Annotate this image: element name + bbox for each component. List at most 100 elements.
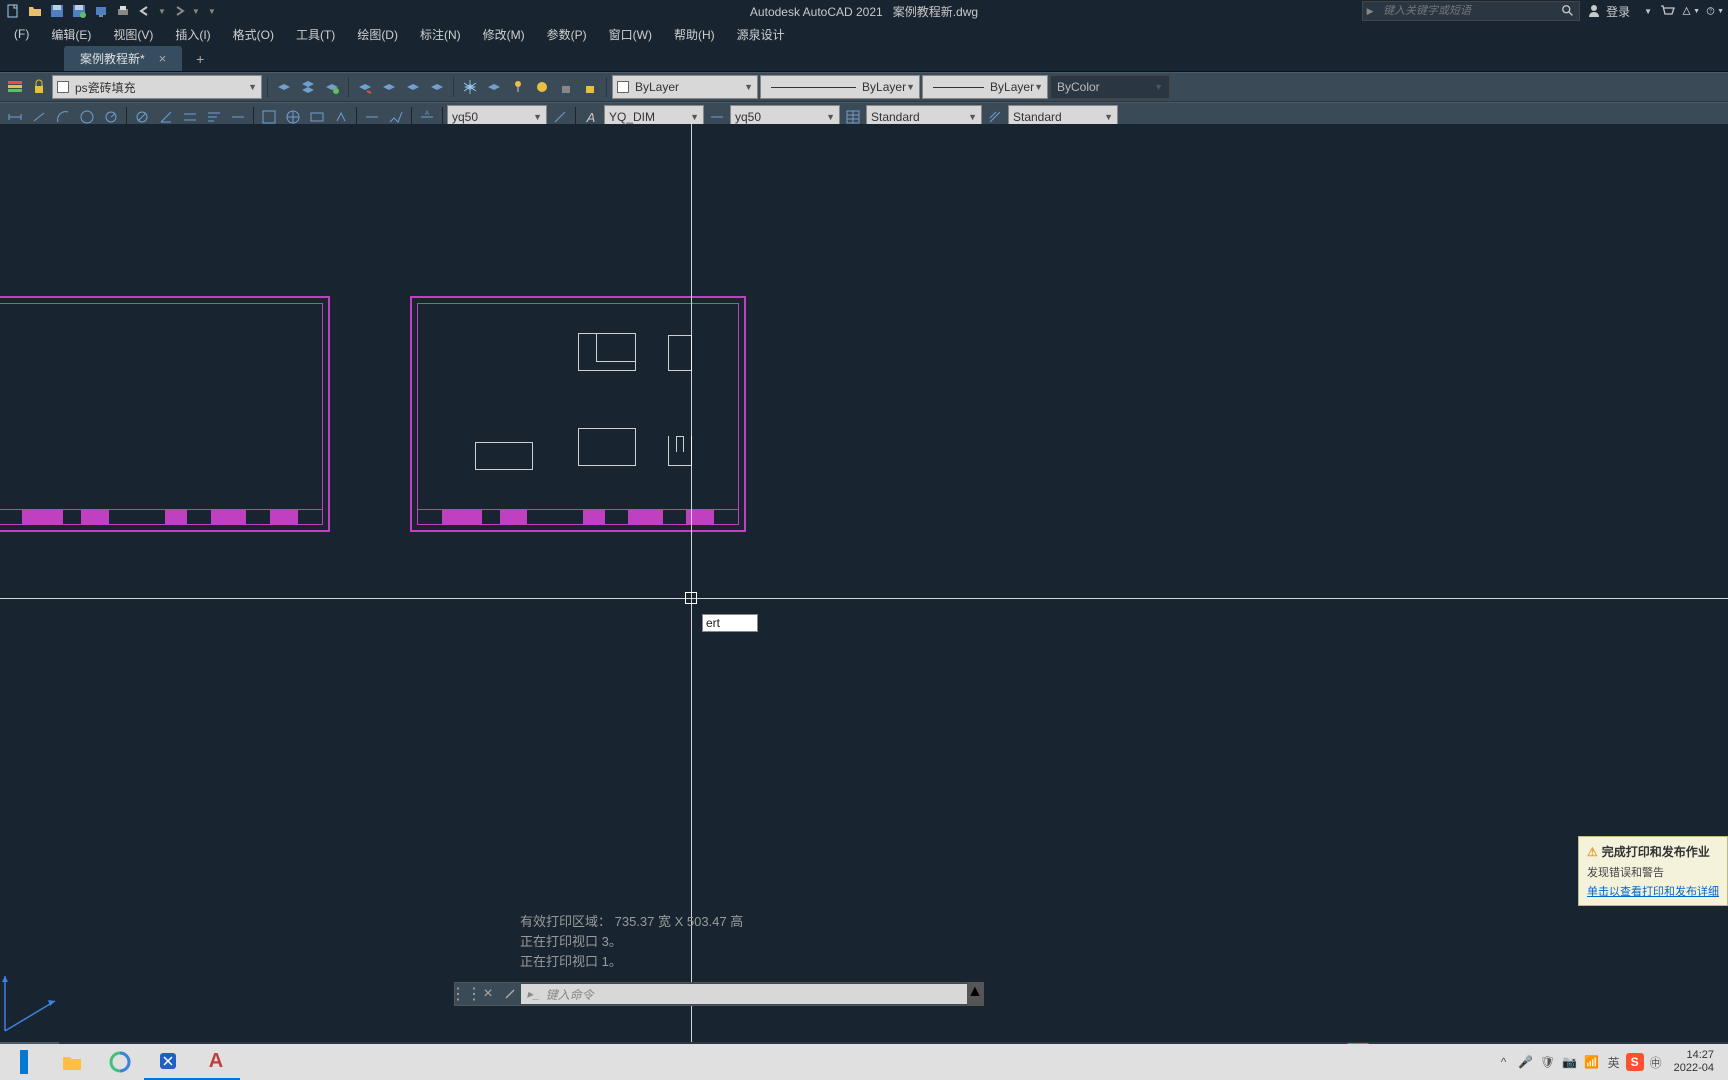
login-button[interactable]: 登录 ▼	[1586, 3, 1652, 20]
cmd-prompt: 键入命令	[546, 986, 594, 1003]
furniture-5-inner	[676, 436, 684, 452]
layer-lock-icon[interactable]	[28, 76, 50, 98]
tray-ime2-icon[interactable]: ㊥	[1646, 1052, 1666, 1072]
furniture-1-line2	[596, 361, 636, 362]
save-icon[interactable]	[48, 2, 66, 20]
tray-sogou-icon[interactable]: S	[1626, 1053, 1644, 1071]
furniture-3	[475, 442, 533, 470]
open-icon[interactable]	[26, 2, 44, 20]
layer-tool3-icon[interactable]	[321, 76, 343, 98]
layer-name: ps瓷砖填充	[75, 79, 136, 96]
taskbar-app1[interactable]	[0, 1044, 48, 1080]
menu-edit[interactable]: 编辑(E)	[41, 24, 101, 45]
tray-up-icon[interactable]: ^	[1494, 1052, 1514, 1072]
new-icon[interactable]	[4, 2, 22, 20]
tray-clock[interactable]: 14:27 2022-04	[1668, 1049, 1720, 1075]
taskbar-explorer[interactable]	[48, 1044, 96, 1080]
color-label: ByLayer	[635, 80, 679, 94]
plot-icon[interactable]	[114, 2, 132, 20]
color-swatch	[617, 81, 629, 93]
menu-yq[interactable]: 源泉设计	[727, 24, 795, 45]
taskbar-app4[interactable]	[144, 1044, 192, 1080]
layer-unlock-icon[interactable]	[579, 76, 601, 98]
plotstyle-dropdown[interactable]: ByColor ▼	[1050, 75, 1170, 99]
layer-iso-icon[interactable]	[402, 76, 424, 98]
file-tab[interactable]: 案例教程新* ×	[64, 46, 182, 71]
menu-file[interactable]: (F)	[4, 25, 39, 43]
furniture-1-line	[596, 333, 597, 361]
notif-link[interactable]: 单击以查看打印和发布详细	[1587, 883, 1719, 899]
tray-camera-icon[interactable]: 📷	[1560, 1052, 1580, 1072]
app-title: Autodesk AutoCAD 2021 案例教程新.dwg	[750, 3, 978, 20]
cmd-handle-icon[interactable]: ⋮⋮	[455, 983, 477, 1005]
warning-icon: ⚠	[1587, 845, 1598, 859]
layer-dropdown[interactable]: ps瓷砖填充 ▼	[52, 75, 262, 99]
drawing-canvas[interactable]: 有效打印区域： 735.37 宽 X 503.47 高 正在打印视口 3。 正在…	[0, 124, 1728, 1046]
furniture-1	[578, 333, 636, 371]
menu-view[interactable]: 视图(V)	[103, 24, 163, 45]
cmd-custom-icon[interactable]	[499, 983, 521, 1005]
chevron-down-icon: ▼	[744, 82, 753, 92]
color-dropdown[interactable]: ByLayer ▼	[612, 75, 758, 99]
search-expand-icon[interactable]: ▶	[1363, 2, 1377, 20]
cart-icon[interactable]	[1658, 2, 1676, 20]
close-tab-icon[interactable]: ×	[159, 51, 167, 66]
layer-on-icon[interactable]	[507, 76, 529, 98]
pickbox	[685, 592, 697, 604]
menu-dim[interactable]: 标注(N)	[410, 24, 471, 45]
redo-icon[interactable]	[170, 2, 188, 20]
command-input[interactable]: ▸_键入命令	[521, 984, 967, 1004]
cmdhist-line: 正在打印视口 3。	[520, 932, 743, 952]
web-icon[interactable]	[92, 2, 110, 20]
furniture-2	[668, 335, 692, 371]
layer-uniso-icon[interactable]	[426, 76, 448, 98]
linetype-preview	[771, 87, 856, 88]
cmd-scroll[interactable]: ▲	[967, 983, 983, 1005]
lineweight-dropdown[interactable]: ByLayer ▼	[922, 75, 1048, 99]
layer-tool2-icon[interactable]	[297, 76, 319, 98]
layer-match-icon[interactable]	[354, 76, 376, 98]
layer-tool1-icon[interactable]	[273, 76, 295, 98]
menu-draw[interactable]: 绘图(D)	[347, 24, 408, 45]
layer-prev-icon[interactable]	[378, 76, 400, 98]
linetype-dropdown[interactable]: ByLayer ▼	[760, 75, 920, 99]
undo-icon[interactable]	[136, 2, 154, 20]
notif-title: ⚠ 完成打印和发布作业	[1587, 843, 1719, 860]
tray-shield-icon[interactable]: 🛡	[1538, 1052, 1558, 1072]
command-line[interactable]: ⋮⋮ × ▸_键入命令 ▲	[454, 982, 984, 1006]
notif-body: 发现错误和警告	[1587, 864, 1719, 880]
file-tab-label: 案例教程新*	[80, 50, 145, 67]
lineweight-label: ByLayer	[990, 80, 1034, 94]
linetype-label: ByLayer	[862, 80, 906, 94]
title-block	[0, 509, 323, 525]
search-icon[interactable]	[1557, 2, 1579, 20]
layer-thaw-icon[interactable]	[531, 76, 553, 98]
layer-off-icon[interactable]	[483, 76, 505, 98]
menu-help[interactable]: 帮助(H)	[664, 24, 725, 45]
title-bar: ▼ ▼ ▼ Autodesk AutoCAD 2021 案例教程新.dwg ▶ …	[0, 0, 1728, 22]
add-tab-button[interactable]: +	[188, 47, 212, 71]
cmd-close-icon[interactable]: ×	[477, 983, 499, 1005]
layer-props-icon[interactable]	[4, 76, 26, 98]
search-input[interactable]	[1377, 2, 1557, 20]
taskbar-autocad[interactable]: A	[192, 1044, 240, 1080]
toolbar-1: ps瓷砖填充 ▼ ByLayer ▼ ByLayer ▼ ByLayer ▼ B…	[0, 72, 1728, 102]
menu-param[interactable]: 参数(P)	[537, 24, 597, 45]
menu-insert[interactable]: 插入(I)	[165, 24, 220, 45]
help-icon[interactable]: ?▼	[1706, 2, 1724, 20]
menu-window[interactable]: 窗口(W)	[599, 24, 662, 45]
menu-tools[interactable]: 工具(T)	[286, 24, 345, 45]
tray-wifi-icon[interactable]: 📶	[1582, 1052, 1602, 1072]
saveas-icon[interactable]	[70, 2, 88, 20]
taskbar-app3[interactable]	[96, 1044, 144, 1080]
dynamic-input[interactable]	[702, 614, 758, 632]
menu-modify[interactable]: 修改(M)	[473, 24, 535, 45]
layer-freeze-icon[interactable]	[459, 76, 481, 98]
app-menu-icon[interactable]: ▼	[1682, 2, 1700, 20]
tray-mic-icon[interactable]: 🎤	[1516, 1052, 1536, 1072]
tablestyle-label: Standard	[871, 110, 920, 124]
tray-ime1-icon[interactable]: 英	[1604, 1052, 1624, 1072]
drawing-frame-1	[0, 296, 330, 532]
layer-lock2-icon[interactable]	[555, 76, 577, 98]
menu-format[interactable]: 格式(O)	[223, 24, 284, 45]
